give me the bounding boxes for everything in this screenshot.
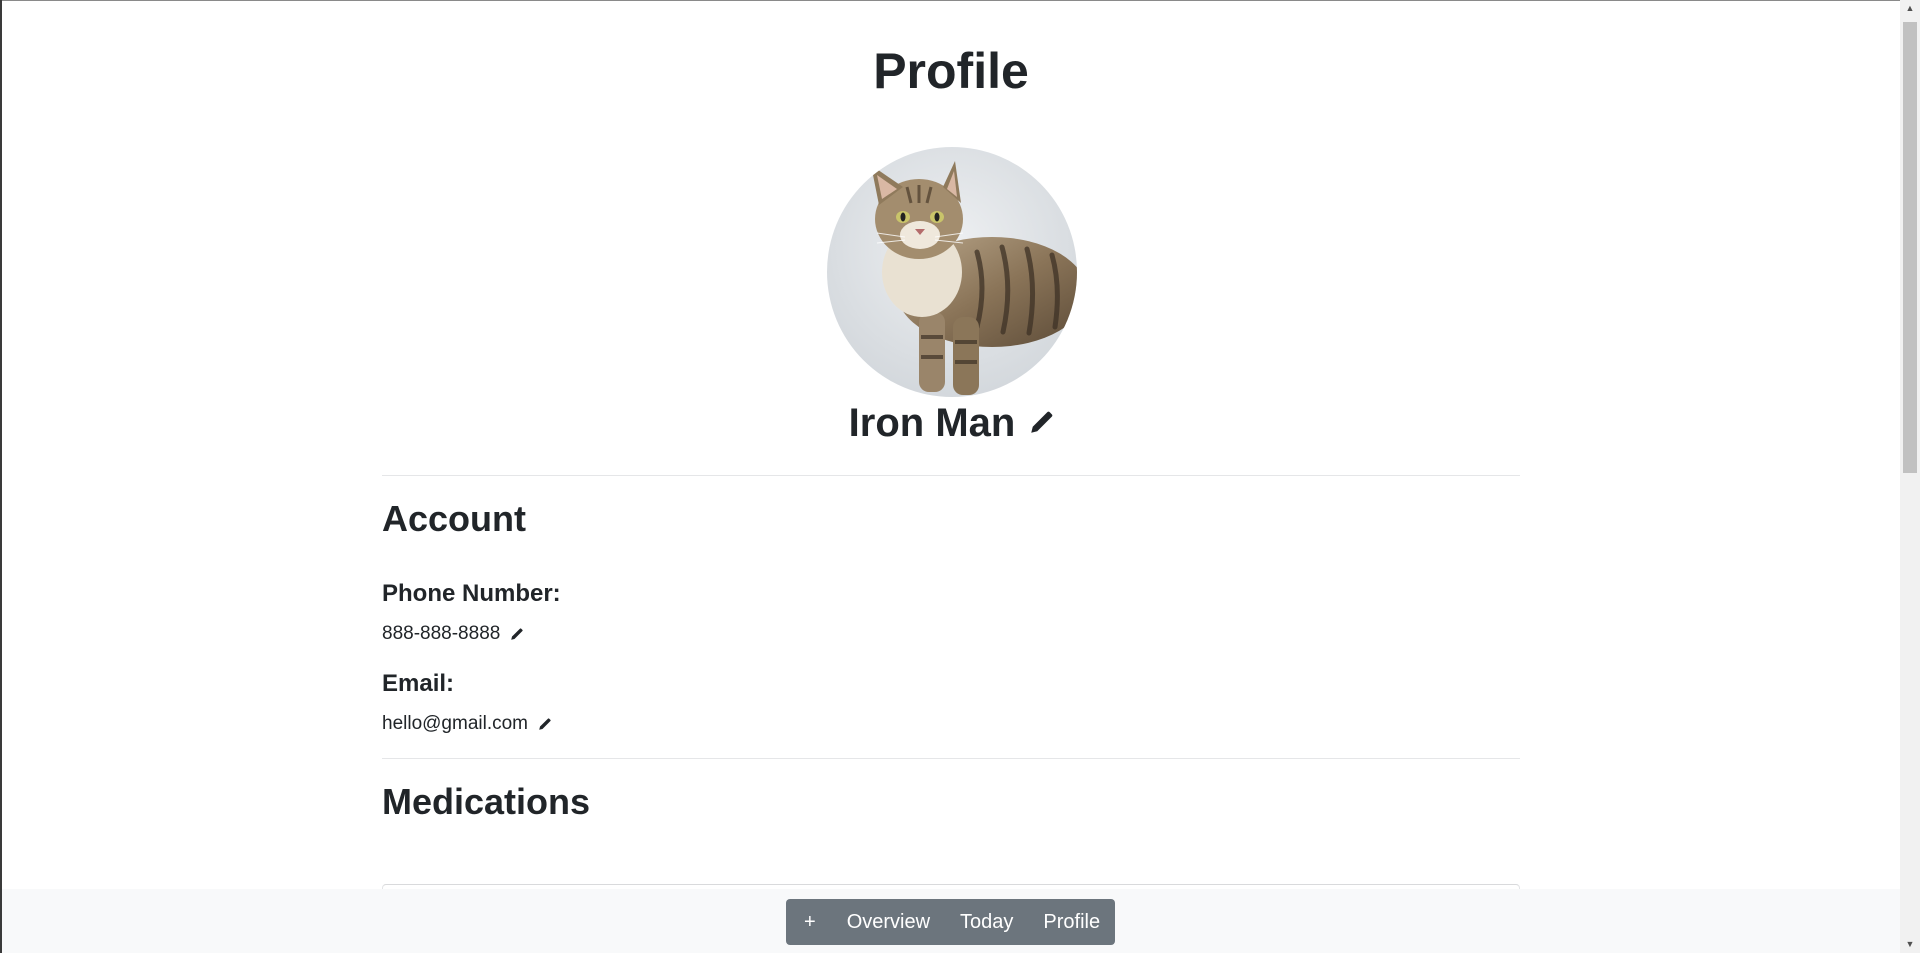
- cat-photo: [827, 147, 1077, 397]
- bottom-nav-bar: + Overview Today Profile: [2, 889, 1900, 953]
- section-divider: [382, 758, 1520, 759]
- email-value: hello@gmail.com: [382, 713, 529, 734]
- profile-name-row: Iron Man: [382, 397, 1520, 449]
- medications-heading: Medications: [382, 781, 591, 822]
- profile-nav-button[interactable]: Profile: [1028, 899, 1115, 945]
- phone-value-row: 888-888-8888: [382, 621, 523, 647]
- bottom-nav-button-group: + Overview Today Profile: [786, 899, 1116, 945]
- email-label: Email:: [382, 670, 455, 697]
- edit-name-pencil-icon[interactable]: [1029, 411, 1053, 435]
- edit-email-pencil-icon[interactable]: [538, 717, 551, 731]
- profile-name: Iron Man: [848, 401, 1016, 445]
- edit-phone-pencil-icon[interactable]: [510, 627, 523, 641]
- phone-value: 888-888-8888: [382, 623, 501, 644]
- add-button[interactable]: +: [786, 899, 832, 945]
- email-value-row: hello@gmail.com: [382, 711, 551, 737]
- avatar: [827, 147, 1077, 397]
- overview-button[interactable]: Overview: [832, 899, 945, 945]
- vertical-scrollbar[interactable]: ▲ ▼: [1900, 0, 1920, 953]
- page-title: Profile: [873, 43, 1029, 99]
- scrollbar-thumb[interactable]: [1903, 22, 1917, 473]
- section-divider: [382, 475, 1520, 476]
- scroll-down-arrow-icon[interactable]: ▼: [1900, 936, 1920, 953]
- page-viewport: Profile Iron Man Account Phone Number: 8…: [2, 1, 1900, 953]
- today-button[interactable]: Today: [945, 899, 1028, 945]
- scroll-up-arrow-icon[interactable]: ▲: [1900, 0, 1920, 17]
- phone-label: Phone Number:: [382, 580, 561, 607]
- account-heading: Account: [382, 498, 526, 539]
